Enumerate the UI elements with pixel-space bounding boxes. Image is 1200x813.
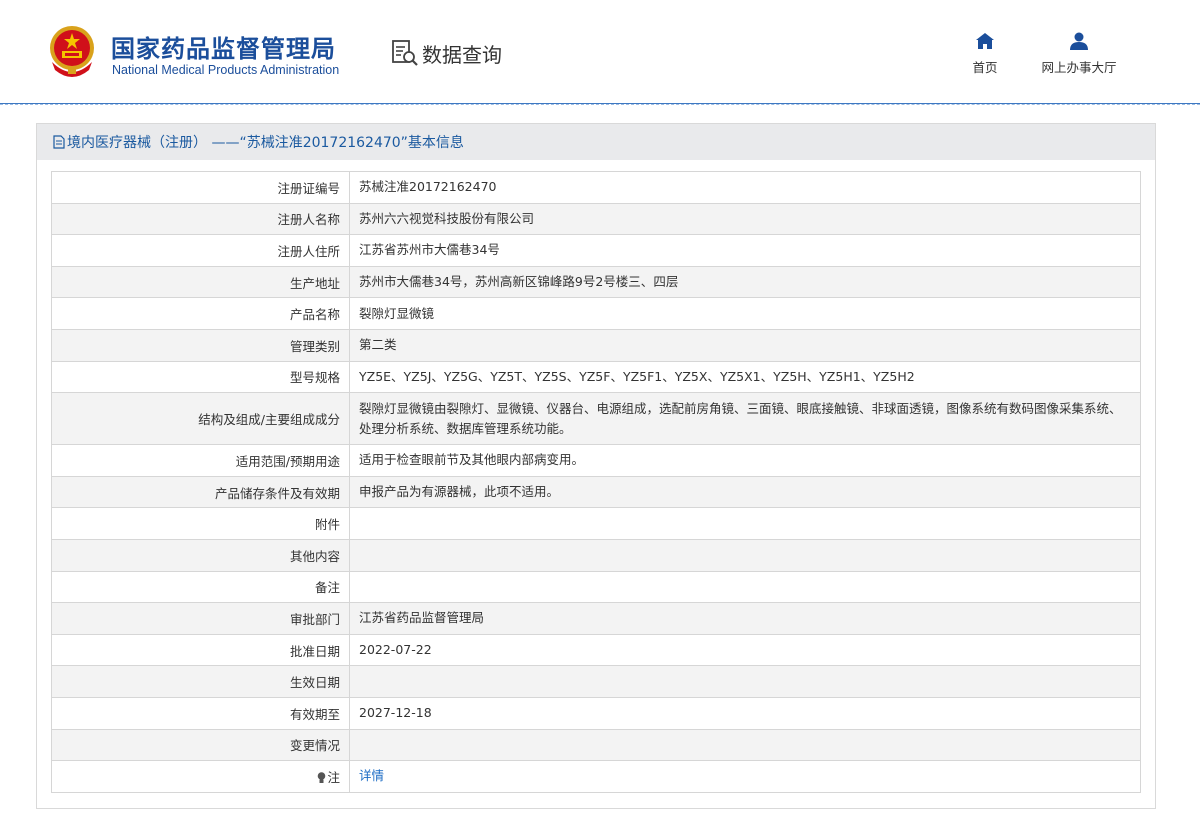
table-row: 管理类别 第二类 (51, 328, 1141, 362)
table-row: 审批部门 江苏省药品监督管理局 (51, 602, 1141, 635)
table-row: 注册人住所 江苏省苏州市大儒巷34号 (51, 234, 1141, 267)
panel-header: 境内医疗器械（注册） ——“苏械注准20172162470”基本信息 (37, 124, 1155, 160)
org-name-cn: 国家药品监督管理局 (111, 35, 336, 63)
field-label: 注 (51, 760, 350, 793)
field-label: 结构及组成/主要组成成分 (51, 392, 350, 446)
lightbulb-icon (318, 772, 326, 783)
field-value (349, 728, 1141, 762)
field-label: 生效日期 (51, 665, 350, 698)
table-row: 其他内容 (51, 538, 1141, 572)
table-row: 生产地址 苏州市大儒巷34号，苏州高新区锦峰路9号2号楼三、四层 (51, 265, 1141, 299)
table-row: 注册证编号 苏械注准20172162470 (51, 171, 1141, 204)
field-label: 审批部门 (51, 602, 350, 635)
field-value: YZ5E、YZ5J、YZ5G、YZ5T、YZ5S、YZ5F、YZ5F1、YZ5X… (349, 360, 1141, 394)
user-icon (1070, 32, 1088, 50)
field-value: 苏州市大儒巷34号，苏州高新区锦峰路9号2号楼三、四层 (349, 265, 1141, 299)
field-label: 有效期至 (51, 696, 350, 730)
field-label: 附件 (51, 507, 350, 540)
field-value: 申报产品为有源器械，此项不适用。 (349, 475, 1141, 509)
field-label: 注册人住所 (51, 234, 350, 267)
field-value: 苏州六六视觉科技股份有限公司 (349, 202, 1141, 236)
field-value: 2027-12-18 (349, 696, 1141, 730)
info-panel: 境内医疗器械（注册） ——“苏械注准20172162470”基本信息 注册证编号… (36, 123, 1156, 809)
field-value (349, 507, 1141, 540)
table-row: 注 详情 (51, 760, 1141, 793)
document-icon (53, 135, 65, 149)
field-value: 苏械注准20172162470 (349, 171, 1141, 204)
field-value (349, 665, 1141, 698)
table-row: 产品名称 裂隙灯显微镜 (51, 297, 1141, 330)
data-query-title[interactable]: 数据查询 (390, 38, 502, 68)
document-search-icon (392, 40, 418, 66)
field-label: 注册证编号 (51, 171, 350, 204)
panel-title: 境内医疗器械（注册） ——“苏械注准20172162470”基本信息 (67, 135, 464, 151)
field-value: 裂隙灯显微镜由裂隙灯、显微镜、仪器台、电源组成，选配前房角镜、三面镜、眼底接触镜… (349, 392, 1141, 446)
table-row: 结构及组成/主要组成成分 裂隙灯显微镜由裂隙灯、显微镜、仪器台、电源组成，选配前房… (51, 392, 1141, 446)
field-label: 产品名称 (51, 297, 350, 330)
field-label: 变更情况 (51, 728, 350, 762)
table-row: 有效期至 2027-12-18 (51, 696, 1141, 730)
field-label: 批准日期 (51, 633, 350, 667)
nav-home[interactable]: 首页 (970, 32, 1000, 76)
field-value (349, 538, 1141, 572)
national-emblem-icon (50, 26, 94, 77)
field-value: 江苏省药品监督管理局 (349, 602, 1141, 635)
field-value: 适用于检查眼前节及其他眼内部病变用。 (349, 444, 1141, 477)
field-label: 备注 (51, 570, 350, 604)
table-row: 适用范围/预期用途 适用于检查眼前节及其他眼内部病变用。 (51, 444, 1141, 477)
nav-online-service-hall[interactable]: 网上办事大厅 (1037, 32, 1121, 76)
field-value (349, 570, 1141, 604)
header-divider (0, 103, 1200, 105)
table-row: 产品储存条件及有效期 申报产品为有源器械，此项不适用。 (51, 475, 1141, 509)
registration-info-table: 注册证编号 苏械注准20172162470 注册人名称 苏州六六视觉科技股份有限公司注… (51, 171, 1141, 793)
field-label: 产品储存条件及有效期 (51, 475, 350, 509)
data-query-label: 数据查询 (422, 42, 502, 67)
table-row: 注册人名称 苏州六六视觉科技股份有限公司 (51, 202, 1141, 236)
field-label: 生产地址 (51, 265, 350, 299)
table-row: 变更情况 (51, 728, 1141, 762)
table-row: 备注 (51, 570, 1141, 604)
table-row: 批准日期 2022-07-22 (51, 633, 1141, 667)
field-label: 适用范围/预期用途 (51, 444, 350, 477)
field-value: 2022-07-22 (349, 633, 1141, 667)
table-row: 生效日期 (51, 665, 1141, 698)
field-label: 其他内容 (51, 538, 350, 572)
org-name-en: National Medical Products Administration (112, 63, 340, 77)
table-row: 附件 (51, 507, 1141, 540)
note-label: 注 (327, 769, 340, 785)
field-label: 注册人名称 (51, 202, 350, 236)
nav-online-service-hall-label: 网上办事大厅 (1041, 60, 1117, 75)
nav-home-label: 首页 (972, 60, 998, 75)
field-value: 裂隙灯显微镜 (349, 297, 1141, 330)
table-row: 型号规格 YZ5E、YZ5J、YZ5G、YZ5T、YZ5S、YZ5F、YZ5F1、… (51, 360, 1141, 394)
site-header: 国家药品监督管理局 National Medical Products Admi… (0, 0, 1200, 105)
details-link[interactable]: 详情 (359, 768, 384, 783)
field-label: 管理类别 (51, 328, 350, 362)
field-value: 第二类 (349, 328, 1141, 362)
field-value: 江苏省苏州市大儒巷34号 (349, 234, 1141, 267)
home-icon (976, 33, 994, 49)
field-label: 型号规格 (51, 360, 350, 394)
field-value: 详情 (349, 760, 1141, 793)
